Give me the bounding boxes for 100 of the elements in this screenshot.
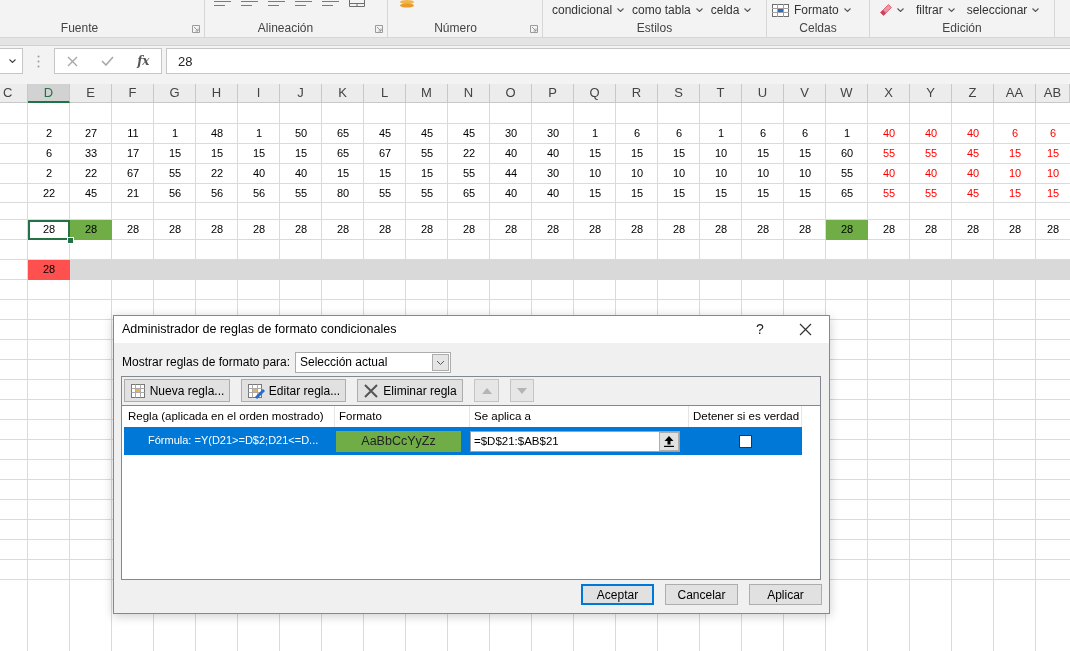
table-cell: 28 xyxy=(70,220,112,240)
dialog-launcher-icon[interactable] xyxy=(530,24,538,33)
ribbon-dropdown-button[interactable]: filtrar xyxy=(914,3,957,17)
table-cell-text: 28 xyxy=(545,222,561,238)
coins-icon[interactable] xyxy=(399,0,415,8)
table-cell-text: 28 xyxy=(1007,222,1023,238)
range-input[interactable]: =$D$21:$AB$21 xyxy=(470,430,680,452)
column-header[interactable]: S xyxy=(658,84,700,103)
table-cell-text: 22 xyxy=(209,166,225,182)
table-cell-text: 2 xyxy=(44,126,54,142)
table-cell-text: 55 xyxy=(923,146,939,162)
table-cell-text: 6 xyxy=(44,146,54,162)
apply-button[interactable]: Aplicar xyxy=(749,584,822,605)
table-cell-text: 40 xyxy=(545,185,561,201)
table-cell-text: 28 xyxy=(587,222,603,238)
column-header[interactable]: N xyxy=(448,84,490,103)
table-cell-text: 15 xyxy=(209,146,225,162)
column-header[interactable]: T xyxy=(700,84,742,103)
dialog-launcher-icon[interactable] xyxy=(375,24,383,33)
table-cell-text: 55 xyxy=(881,185,897,201)
column-header[interactable]: G xyxy=(154,84,196,103)
chevron-down-icon xyxy=(9,59,16,63)
help-button[interactable]: ? xyxy=(750,317,770,342)
table-icon xyxy=(129,382,146,399)
toolbar-button[interactable]: Nueva regla... xyxy=(124,379,230,402)
chevron-down-icon xyxy=(897,8,904,12)
table-cell-text: 30 xyxy=(545,126,561,142)
toolbar-button[interactable]: Eliminar regla xyxy=(357,379,463,402)
table-cell-text: 67 xyxy=(377,146,393,162)
table-cell-text: 10 xyxy=(713,146,729,162)
table-cell-text: 28 xyxy=(1045,222,1061,238)
table-cell-text: 28 xyxy=(167,222,183,238)
column-header[interactable]: H xyxy=(196,84,238,103)
chevron-down-icon xyxy=(1032,8,1040,12)
table-cell-text: 15 xyxy=(587,185,603,201)
table-cell-text: 40 xyxy=(965,166,981,182)
scope-dropdown[interactable]: Selección actual xyxy=(295,352,451,373)
eraser-button[interactable] xyxy=(878,4,906,16)
table-cell-text: 6 xyxy=(1010,126,1020,142)
align-lines-icon[interactable] xyxy=(214,0,231,7)
column-header[interactable]: L xyxy=(364,84,406,103)
table-cell-text: 28 xyxy=(671,222,687,238)
column-header[interactable]: AB xyxy=(1036,84,1070,103)
table-cell-text: 45 xyxy=(965,146,981,162)
column-header[interactable]: Y xyxy=(910,84,952,103)
column-header[interactable]: Q xyxy=(574,84,616,103)
column-header[interactable]: F xyxy=(112,84,154,103)
column-header[interactable]: X xyxy=(868,84,910,103)
table-cell-text: 56 xyxy=(167,185,183,201)
insert-function-button[interactable]: fx xyxy=(125,49,161,73)
align-lines-icon[interactable] xyxy=(268,0,285,7)
table-cell-text: 28 xyxy=(881,222,897,238)
align-lines-icon[interactable] xyxy=(295,0,312,7)
column-header[interactable]: J xyxy=(280,84,322,103)
fill-handle[interactable] xyxy=(67,237,74,244)
formula-input[interactable]: 28 xyxy=(166,48,1070,74)
table-cell-text: 10 xyxy=(1045,166,1061,182)
align-lines-icon[interactable] xyxy=(241,0,258,7)
column-header[interactable]: M xyxy=(406,84,448,103)
column-header[interactable]: O xyxy=(490,84,532,103)
column-header[interactable]: Z xyxy=(952,84,994,103)
ribbon-dropdown-button[interactable]: Formato xyxy=(770,3,853,17)
accept-button[interactable]: Aceptar xyxy=(581,584,654,605)
column-header[interactable]: W xyxy=(826,84,868,103)
rule-row[interactable]: Fórmula: =Y(D21>=D$2;D21<=D... AaBbCcYyZz =$D$21:$AB$21 xyxy=(124,427,802,455)
chevron-down-icon xyxy=(617,8,625,12)
table-cell-text: 28 xyxy=(293,222,309,238)
column-header[interactable]: V xyxy=(784,84,826,103)
table-cell-text: 55 xyxy=(419,185,435,201)
ribbon-dropdown-button[interactable]: condicional xyxy=(550,3,627,17)
dialog-title: Administrador de reglas de formato condicionales xyxy=(122,322,397,336)
column-header[interactable]: D xyxy=(28,84,70,103)
table-cell-text: 45 xyxy=(965,185,981,201)
cancel-button[interactable]: Cancelar xyxy=(665,584,738,605)
ribbon-dropdown-button[interactable]: como tabla xyxy=(630,3,705,17)
table-cell: 28 xyxy=(28,260,70,280)
table-cell-text: 10 xyxy=(629,166,645,182)
table-cell-text: 15 xyxy=(1045,146,1061,162)
arrow-up-icon xyxy=(664,435,674,447)
column-header[interactable]: K xyxy=(322,84,364,103)
checkbox[interactable] xyxy=(739,434,752,448)
table-cell-text: 40 xyxy=(923,126,939,142)
align-lines-icon[interactable] xyxy=(322,0,339,7)
table-icon[interactable] xyxy=(349,0,365,7)
column-header[interactable]: U xyxy=(742,84,784,103)
column-header[interactable]: I xyxy=(238,84,280,103)
column-header[interactable]: E xyxy=(70,84,112,103)
column-header[interactable]: AA xyxy=(994,84,1036,103)
ribbon-dropdown-button[interactable]: celda xyxy=(708,3,754,17)
ribbon-dropdown-button[interactable]: seleccionar xyxy=(964,3,1042,17)
column-header[interactable]: C xyxy=(0,84,28,103)
dialog-launcher-icon[interactable] xyxy=(192,24,200,33)
table-cell-text: 28 xyxy=(713,222,729,238)
table-cell-text: 67 xyxy=(125,166,141,182)
table-cell-text: 60 xyxy=(839,146,855,162)
toolbar-button[interactable]: Editar regla... xyxy=(241,379,346,402)
column-header[interactable]: R xyxy=(616,84,658,103)
table-cell-text: 6 xyxy=(758,126,768,142)
table-cell-text: 15 xyxy=(713,185,729,201)
column-header[interactable]: P xyxy=(532,84,574,103)
